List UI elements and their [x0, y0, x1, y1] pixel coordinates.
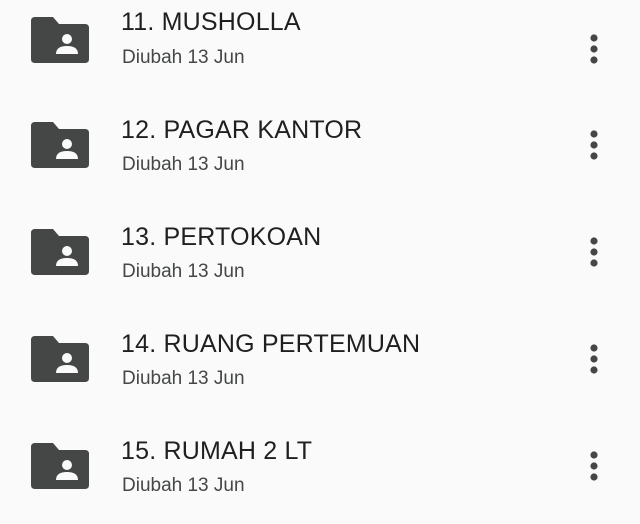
shared-folder-icon	[31, 122, 89, 168]
more-options-button[interactable]	[574, 27, 614, 71]
file-name: 14. RUANG PERTEMUAN	[121, 330, 421, 358]
file-list: 11. MUSHOLLA Diubah 13 Jun 12. PAGAR KAN…	[0, 0, 640, 513]
more-options-button[interactable]	[574, 337, 614, 381]
more-vert-icon	[590, 237, 598, 267]
file-modified-date: Diubah 13 Jun	[122, 261, 245, 282]
more-options-button[interactable]	[574, 123, 614, 167]
shared-folder-icon	[31, 229, 89, 275]
file-modified-date: Diubah 13 Jun	[122, 47, 245, 68]
file-row[interactable]: 12. PAGAR KANTOR Diubah 13 Jun	[0, 96, 640, 203]
file-name: 12. PAGAR KANTOR	[121, 116, 363, 144]
more-options-button[interactable]	[574, 230, 614, 274]
more-vert-icon	[590, 451, 598, 481]
shared-folder-icon	[31, 17, 89, 63]
file-modified-date: Diubah 13 Jun	[122, 368, 245, 389]
shared-folder-icon	[31, 443, 89, 489]
file-name: 13. PERTOKOAN	[121, 223, 322, 251]
file-modified-date: Diubah 13 Jun	[122, 154, 245, 175]
file-row[interactable]: 13. PERTOKOAN Diubah 13 Jun	[0, 203, 640, 310]
more-vert-icon	[590, 130, 598, 160]
file-name: 15. RUMAH 2 LT	[121, 437, 313, 465]
more-options-button[interactable]	[574, 444, 614, 488]
file-row[interactable]: 15. RUMAH 2 LT Diubah 13 Jun	[0, 417, 640, 524]
more-vert-icon	[590, 34, 598, 64]
file-row[interactable]: 11. MUSHOLLA Diubah 13 Jun	[0, 0, 640, 96]
more-vert-icon	[590, 344, 598, 374]
file-modified-date: Diubah 13 Jun	[122, 475, 245, 496]
shared-folder-icon	[31, 336, 89, 382]
file-name: 11. MUSHOLLA	[121, 8, 301, 36]
file-row[interactable]: 14. RUANG PERTEMUAN Diubah 13 Jun	[0, 310, 640, 417]
